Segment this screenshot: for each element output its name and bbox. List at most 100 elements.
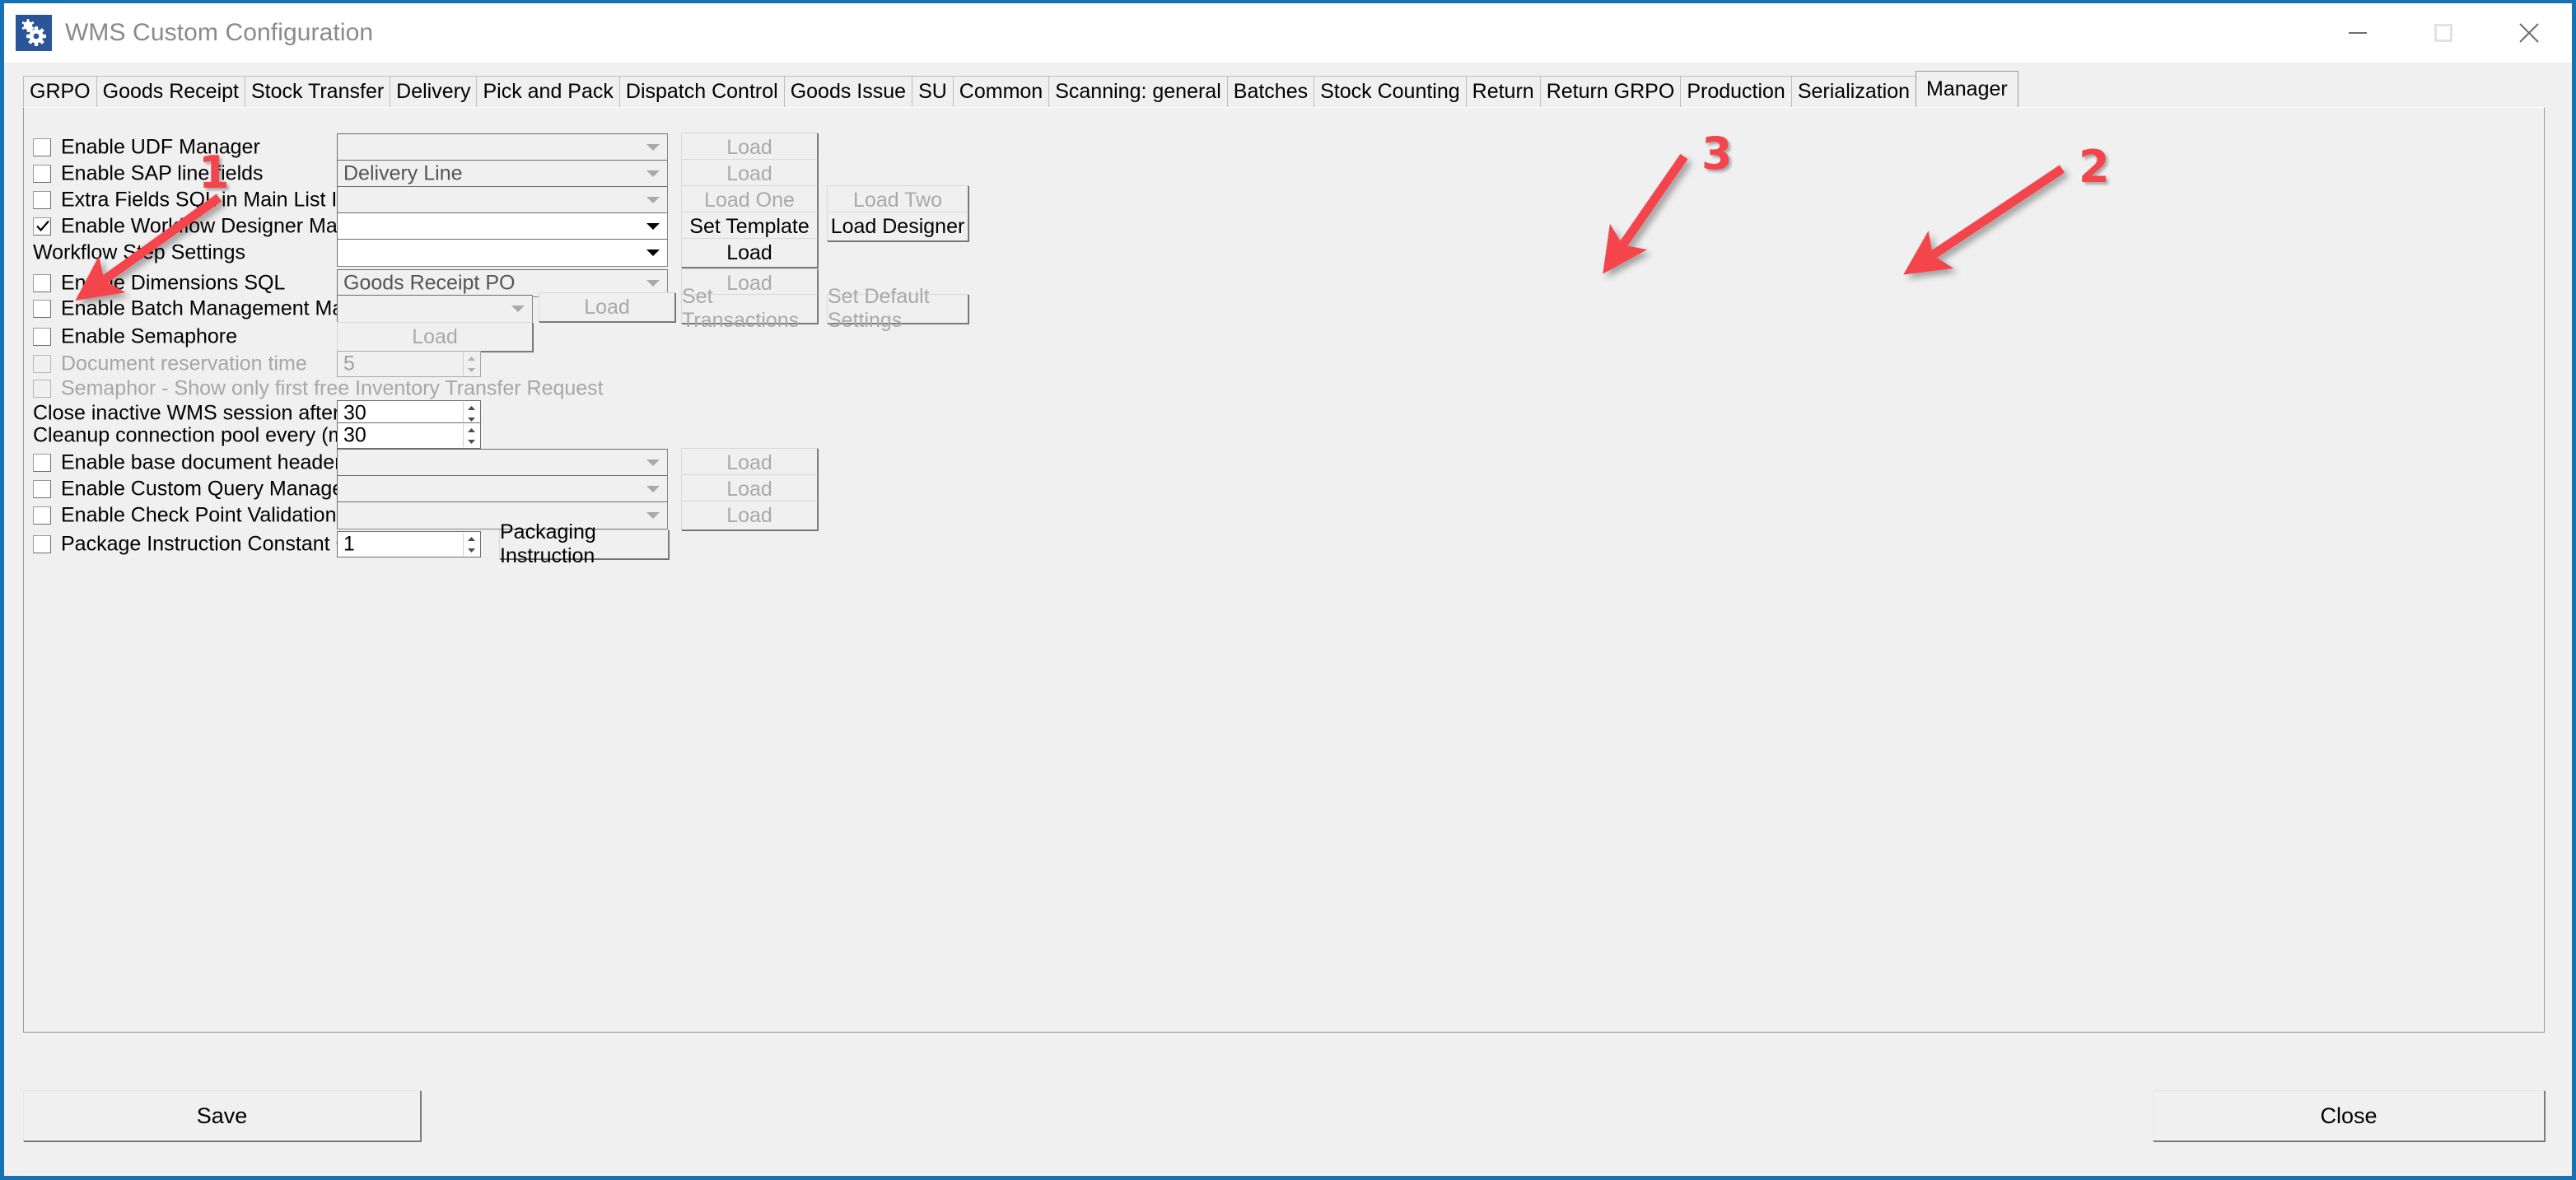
load-button[interactable]: Load [681, 448, 818, 478]
tab-return-grpo[interactable]: Return GRPO [1540, 76, 1682, 107]
chevron-down-icon[interactable] [641, 272, 665, 295]
settings-row: Enable base document header remarksLoad [24, 450, 2544, 476]
settings-row: Workflow Step Settings Load [24, 240, 2544, 266]
close-button-footer[interactable]: Close [2153, 1090, 2545, 1141]
set-default-settings-button[interactable]: Set Default Settings [827, 294, 968, 324]
spinner-arrows-icon[interactable] [463, 402, 479, 425]
chevron-down-icon[interactable] [506, 297, 530, 320]
window-controls [2315, 3, 2572, 63]
enable-batch-management-manager-combobox[interactable] [337, 295, 533, 323]
tab-production[interactable]: Production [1680, 76, 1792, 107]
chevron-down-icon[interactable] [641, 451, 665, 474]
tab-common[interactable]: Common [953, 76, 1049, 107]
enable-udf-manager-label: Enable UDF Manager [61, 136, 260, 160]
chevron-down-icon[interactable] [641, 241, 665, 264]
enable-sap-line-fields-checkbox[interactable] [33, 165, 51, 183]
settings-row: Package Instruction Constant Count Layer… [24, 531, 2544, 557]
spinner-arrows-icon[interactable] [463, 533, 479, 556]
tab-goods-issue[interactable]: Goods Issue [784, 76, 912, 107]
tab-batches[interactable]: Batches [1227, 76, 1314, 107]
tab-su[interactable]: SU [912, 76, 954, 107]
enable-udf-manager-checkbox[interactable] [33, 138, 51, 156]
settings-row: Semaphor - Show only first free Inventor… [24, 375, 2544, 402]
extra-fields-sql-in-main-list-item-on-transaction-checkbox[interactable] [33, 191, 51, 209]
load-button[interactable]: Load [681, 501, 818, 530]
chevron-down-icon[interactable] [641, 136, 665, 159]
tab-dispatch-control[interactable]: Dispatch Control [619, 76, 785, 107]
workflow-step-settings-label: Workflow Step Settings [33, 241, 245, 265]
tab-manager[interactable]: Manager [1916, 71, 2018, 107]
packaging-instruction-button[interactable]: Packaging Instruction [499, 529, 669, 559]
enable-workflow-designer-manager-combobox[interactable] [337, 212, 668, 240]
load-button[interactable]: Load [681, 133, 818, 162]
tab-strip: GRPOGoods ReceiptStock TransferDeliveryP… [4, 63, 2572, 107]
extra-fields-sql-in-main-list-item-on-transaction-combobox[interactable] [337, 186, 668, 214]
semaphor-show-only-first-free-inventory-transfer-request-label: Semaphor - Show only first free Inventor… [61, 377, 604, 401]
enable-sap-line-fields-combobox-value: Delivery Line [343, 162, 463, 186]
package-instruction-constant-count-layer-spinner[interactable]: 1 [337, 531, 481, 557]
annotation-number-2: 2 [2079, 141, 2110, 193]
package-instruction-constant-count-layer-checkbox[interactable] [33, 535, 51, 553]
enable-check-point-validation-checkbox[interactable] [33, 506, 51, 525]
chevron-down-icon[interactable] [641, 189, 665, 212]
enable-base-document-header-remarks-combobox[interactable] [337, 449, 668, 477]
settings-row: Enable Workflow Designer ManagerSet Temp… [24, 213, 2544, 240]
cleanup-connection-pool-every-minutes-spinner[interactable]: 30 [337, 422, 481, 449]
enable-batch-management-manager-checkbox[interactable] [33, 300, 51, 318]
gears-icon [16, 15, 52, 51]
load-one-button[interactable]: Load One [681, 185, 818, 215]
minimize-button[interactable] [2315, 3, 2401, 63]
settings-row: Enable Check Point Validation Load [24, 502, 2544, 529]
enable-custom-query-manager-combobox[interactable] [337, 475, 668, 503]
load-button[interactable]: Load [681, 238, 818, 268]
enable-custom-query-manager-checkbox[interactable] [33, 480, 51, 498]
document-reservation-time-spinner[interactable]: 5 [337, 351, 481, 377]
tab-scanning-general[interactable]: Scanning: general [1048, 76, 1228, 107]
enable-check-point-validation-label: Enable Check Point Validation [61, 504, 336, 528]
enable-udf-manager-combobox[interactable] [337, 133, 668, 161]
manager-settings-panel: Enable UDF Manager Load Enable SAP line fi… [23, 107, 2545, 1033]
settings-rows-container: Enable UDF Manager Load Enable SAP line fi… [24, 108, 2544, 1032]
tab-pick-and-pack[interactable]: Pick and Pack [476, 76, 619, 107]
enable-semaphore-checkbox[interactable] [33, 328, 51, 346]
enable-custom-query-manager-label: Enable Custom Query Manager [61, 478, 351, 501]
chevron-down-icon[interactable] [641, 162, 665, 185]
tab-goods-receipt[interactable]: Goods Receipt [96, 76, 245, 107]
settings-row: Cleanup connection pool every (minutes)3… [24, 422, 2544, 449]
workflow-step-settings-combobox[interactable] [337, 239, 668, 267]
settings-row: Enable Custom Query Manager Load [24, 476, 2544, 502]
tab-grpo[interactable]: GRPO [23, 76, 97, 107]
maximize-button[interactable] [2401, 3, 2486, 63]
chevron-down-icon[interactable] [641, 215, 665, 238]
enable-workflow-designer-manager-checkbox[interactable] [33, 217, 51, 236]
tab-return[interactable]: Return [1466, 76, 1541, 107]
set-template-button[interactable]: Set Template [681, 212, 818, 241]
tab-stock-transfer[interactable]: Stock Transfer [245, 76, 390, 107]
load-button[interactable]: Load [681, 474, 818, 504]
load-two-button[interactable]: Load Two [827, 185, 968, 215]
enable-dimensions-sql-combobox-value: Goods Receipt PO [343, 272, 515, 296]
load-button[interactable]: Load [539, 292, 675, 322]
semaphor-show-only-first-free-inventory-transfer-request-checkbox[interactable] [33, 380, 51, 398]
enable-dimensions-sql-checkbox[interactable] [33, 274, 51, 292]
spinner-arrows-icon[interactable] [463, 424, 479, 447]
document-reservation-time-checkbox[interactable] [33, 355, 51, 373]
wms-custom-configuration-window: WMS Custom Configuration GRPOGoods Recei… [0, 0, 2576, 1180]
tab-stock-counting[interactable]: Stock Counting [1314, 76, 1467, 107]
tab-delivery[interactable]: Delivery [390, 76, 477, 107]
save-button[interactable]: Save [23, 1090, 421, 1141]
set-transactions-button[interactable]: Set Transactions [681, 294, 818, 324]
document-reservation-time-label: Document reservation time [61, 352, 307, 376]
load-designer-button[interactable]: Load Designer [827, 212, 968, 241]
chevron-down-icon[interactable] [641, 478, 665, 501]
enable-sap-line-fields-combobox[interactable]: Delivery Line [337, 160, 668, 188]
load-button[interactable]: Load [681, 159, 818, 189]
tab-serialization[interactable]: Serialization [1791, 76, 1916, 107]
enable-sap-line-fields-label: Enable SAP line fields [61, 162, 264, 186]
enable-base-document-header-remarks-checkbox[interactable] [33, 454, 51, 472]
close-button[interactable] [2486, 3, 2572, 63]
annotation-number-3: 3 [1701, 128, 1733, 180]
settings-row: Extra Fields SQL in Main List Item on Tr… [24, 187, 2544, 213]
load-button[interactable]: Load [337, 322, 533, 352]
spinner-arrows-icon[interactable] [463, 352, 479, 375]
